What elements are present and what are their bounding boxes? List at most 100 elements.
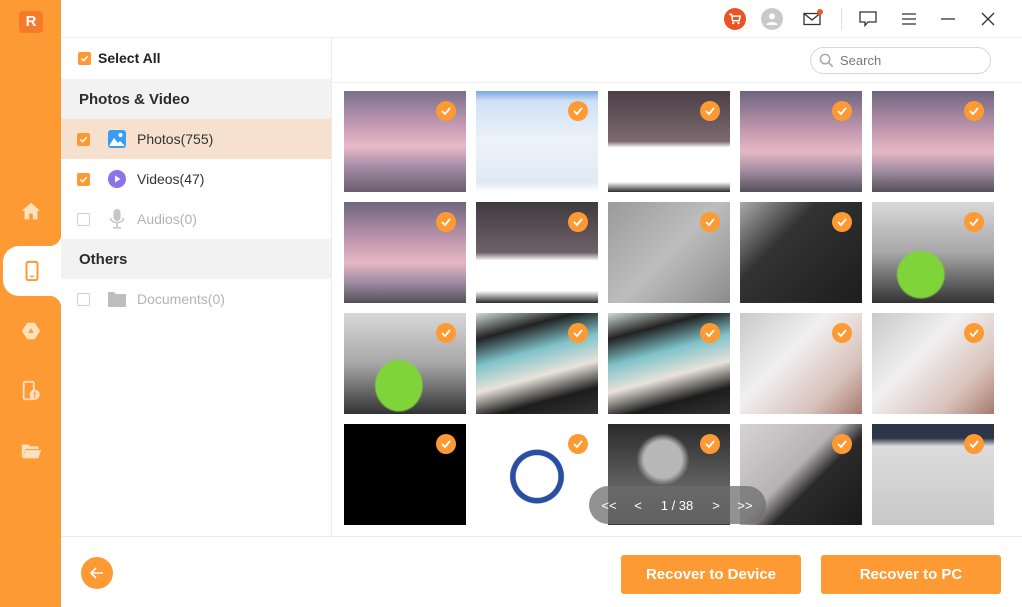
rail-files-button[interactable] xyxy=(0,426,61,476)
selected-check-icon[interactable] xyxy=(964,323,984,343)
account-button[interactable] xyxy=(761,8,783,30)
cart-button[interactable] xyxy=(724,8,746,30)
page-indicator: 1 / 38 xyxy=(660,497,694,513)
documents-label: Documents(0) xyxy=(137,291,225,307)
category-item-audios: Audios(0) xyxy=(61,199,331,239)
video-icon xyxy=(107,169,127,189)
thumbnail-item[interactable] xyxy=(740,202,862,303)
selected-check-icon[interactable] xyxy=(568,434,588,454)
thumbnail-item[interactable] xyxy=(872,91,994,192)
thumbnail-item[interactable] xyxy=(476,91,598,192)
selected-check-icon[interactable] xyxy=(568,212,588,232)
videos-checkbox[interactable] xyxy=(77,172,90,186)
selected-check-icon[interactable] xyxy=(436,101,456,121)
feedback-icon xyxy=(859,11,877,27)
selected-check-icon[interactable] xyxy=(700,323,720,343)
microphone-icon xyxy=(107,209,127,229)
selected-check-icon[interactable] xyxy=(436,323,456,343)
thumbnail-item[interactable] xyxy=(608,91,730,192)
recover-to-pc-button[interactable]: Recover to PC xyxy=(821,555,1001,594)
arrow-left-icon xyxy=(89,567,103,579)
thumbnail-item[interactable] xyxy=(476,424,598,525)
recover-to-device-button[interactable]: Recover to Device xyxy=(621,555,801,594)
thumbnail-item[interactable] xyxy=(344,91,466,192)
selected-check-icon[interactable] xyxy=(700,212,720,232)
thumbnail-item[interactable] xyxy=(608,313,730,414)
audios-checkbox[interactable] xyxy=(77,212,90,226)
notification-dot xyxy=(817,9,823,15)
rail-device-button[interactable] xyxy=(3,234,61,308)
topbar-divider xyxy=(841,8,842,30)
selected-check-icon[interactable] xyxy=(436,434,456,454)
select-all-checkbox[interactable] xyxy=(78,51,91,65)
documents-checkbox[interactable] xyxy=(77,292,90,306)
search-icon xyxy=(819,53,834,68)
rail-cloud-button[interactable] xyxy=(0,306,61,356)
thumbnail-item[interactable] xyxy=(344,313,466,414)
thumbnail-item[interactable] xyxy=(872,202,994,303)
category-item-documents: Documents(0) xyxy=(61,279,331,319)
minimize-button[interactable] xyxy=(937,8,959,30)
search-input[interactable] xyxy=(840,53,970,68)
select-all-row[interactable]: Select All xyxy=(61,38,331,78)
folder-icon xyxy=(21,444,41,459)
minimize-icon xyxy=(941,18,955,20)
app-window: R Select All Photos & Video Photos(755) … xyxy=(0,0,1022,607)
first-page-button[interactable]: << xyxy=(589,498,629,513)
selected-check-icon[interactable] xyxy=(436,212,456,232)
action-bar: Recover to Device Recover to PC xyxy=(61,536,1022,607)
selected-check-icon[interactable] xyxy=(832,434,852,454)
thumbnail-item[interactable] xyxy=(740,313,862,414)
phone-icon xyxy=(25,260,39,282)
thumbnail-item[interactable] xyxy=(740,91,862,192)
cloud-drive-icon xyxy=(21,322,40,340)
back-button[interactable] xyxy=(81,557,113,589)
section-header-others: Others xyxy=(61,239,331,279)
folder-icon xyxy=(107,289,127,309)
thumbnail-item[interactable] xyxy=(344,424,466,525)
prev-page-button[interactable]: < xyxy=(629,498,647,513)
search-box[interactable] xyxy=(810,47,991,74)
thumbnail-item[interactable] xyxy=(608,202,730,303)
feedback-button[interactable] xyxy=(857,8,879,30)
rail-home-button[interactable] xyxy=(0,186,61,236)
menu-icon xyxy=(902,13,916,25)
thumbnail-item[interactable] xyxy=(476,313,598,414)
grid-top-divider xyxy=(332,82,1022,83)
category-item-photos[interactable]: Photos(755) xyxy=(61,119,331,159)
rail-repair-button[interactable] xyxy=(0,366,61,416)
menu-button[interactable] xyxy=(898,8,920,30)
home-icon xyxy=(21,202,40,220)
user-icon xyxy=(766,13,778,25)
mail-button[interactable] xyxy=(801,8,823,30)
category-item-videos[interactable]: Videos(47) xyxy=(61,159,331,199)
select-all-label: Select All xyxy=(98,50,161,66)
section-header-photos-video: Photos & Video xyxy=(61,79,331,119)
left-rail: R xyxy=(0,0,61,607)
selected-check-icon[interactable] xyxy=(964,212,984,232)
thumbnail-item[interactable] xyxy=(872,313,994,414)
thumbnail-item[interactable] xyxy=(476,202,598,303)
audios-label: Audios(0) xyxy=(137,211,197,227)
cart-icon xyxy=(729,13,742,25)
selected-check-icon[interactable] xyxy=(964,101,984,121)
videos-label: Videos(47) xyxy=(137,171,205,187)
photos-checkbox[interactable] xyxy=(77,132,90,146)
next-page-button[interactable]: > xyxy=(707,498,725,513)
selected-check-icon[interactable] xyxy=(964,434,984,454)
selected-check-icon[interactable] xyxy=(700,101,720,121)
checkmark-icon xyxy=(79,136,88,143)
selected-check-icon[interactable] xyxy=(700,434,720,454)
selected-check-icon[interactable] xyxy=(568,101,588,121)
selected-check-icon[interactable] xyxy=(832,212,852,232)
media-grid-area: << < 1 / 38 > >> xyxy=(332,38,1022,536)
last-page-button[interactable]: >> xyxy=(725,498,765,513)
selected-check-icon[interactable] xyxy=(832,323,852,343)
thumbnail-item[interactable] xyxy=(872,424,994,525)
selected-check-icon[interactable] xyxy=(832,101,852,121)
thumbnail-item[interactable] xyxy=(344,202,466,303)
close-icon xyxy=(981,12,995,26)
selected-check-icon[interactable] xyxy=(568,323,588,343)
title-bar xyxy=(61,0,1022,38)
close-button[interactable] xyxy=(977,8,999,30)
